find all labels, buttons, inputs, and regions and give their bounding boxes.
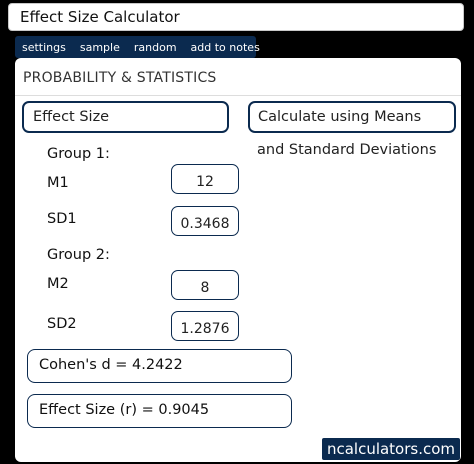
- menu-add-to-notes[interactable]: add to notes: [184, 41, 267, 54]
- method-line-1: Calculate using Means: [258, 109, 422, 125]
- panel-header: PROBABILITY & STATISTICS: [23, 70, 217, 86]
- menu-settings[interactable]: settings: [15, 41, 73, 54]
- m2-input[interactable]: 8: [171, 270, 239, 300]
- method-box: Calculate using Means: [248, 101, 456, 133]
- calculator-name-box: Effect Size: [22, 101, 229, 133]
- calculator-name: Effect Size: [33, 109, 110, 125]
- group1-label: Group 1:: [47, 146, 110, 162]
- sd1-label: SD1: [47, 211, 77, 227]
- method-line-2: and Standard Deviations: [257, 142, 437, 158]
- window-title: Effect Size Calculator: [20, 8, 180, 26]
- m2-label: M2: [47, 276, 69, 292]
- brand-logo[interactable]: ncalculators.com: [322, 438, 460, 460]
- sd2-input[interactable]: 1.2876: [171, 311, 239, 341]
- cohens-d-result: Cohen's d = 4.2422: [27, 349, 292, 383]
- window-title-bar: Effect Size Calculator: [8, 3, 464, 31]
- calculator-panel: PROBABILITY & STATISTICS Effect Size Cal…: [15, 58, 461, 462]
- divider: [15, 95, 461, 96]
- effect-size-r-result: Effect Size (r) = 0.9045: [27, 394, 292, 428]
- menu-random[interactable]: random: [127, 41, 184, 54]
- m1-input[interactable]: 12: [171, 164, 239, 194]
- menu-bar: settings sample random add to notes: [15, 36, 260, 58]
- sd1-input[interactable]: 0.3468: [171, 206, 239, 236]
- sd2-label: SD2: [47, 316, 77, 332]
- group2-label: Group 2:: [47, 247, 110, 263]
- menu-sample[interactable]: sample: [73, 41, 127, 54]
- m1-label: M1: [47, 175, 69, 191]
